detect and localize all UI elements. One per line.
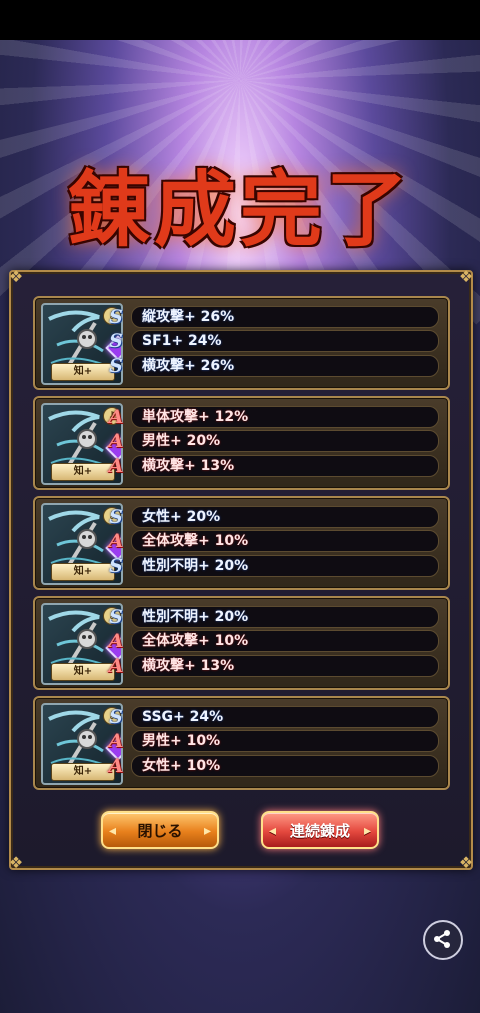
bonus-row: S SF1+ 24%	[109, 330, 439, 352]
close-button[interactable]: ◂ 閉じる ▸	[101, 811, 219, 849]
ornament-right-icon: ▸	[203, 823, 211, 839]
status-bar	[0, 0, 480, 40]
bonus-text: 性別不明+ 20%	[142, 558, 249, 574]
ornament-right-icon: ▸	[363, 823, 371, 839]
rank-s-icon: S	[109, 606, 123, 628]
bonus-row: S 性別不明+ 20%	[109, 606, 439, 628]
rank-a-icon: A	[108, 430, 124, 452]
rank-a-icon: A	[108, 755, 124, 777]
corner-ornament: ❖	[458, 853, 474, 872]
bonus-row: S 女性+ 20%	[109, 506, 439, 528]
bonus-row: A 横攻撃+ 13%	[109, 455, 439, 477]
bonus-row: A 全体攻撃+ 10%	[109, 630, 439, 652]
bonus-text: 横攻撃+ 13%	[142, 658, 235, 674]
bonus-text: 男性+ 10%	[142, 733, 221, 749]
refine-result-card: ⚷ 知+ S 女性+ 20% A 全体攻撃+ 10% S 性別不明+ 20%	[33, 496, 450, 590]
bonus-row: A 女性+ 10%	[109, 755, 439, 777]
rank-a-icon: A	[108, 655, 124, 677]
page-title: 錬成完了	[67, 162, 412, 258]
bonus-row: S SSG+ 24%	[109, 706, 439, 728]
rank-a-icon: A	[108, 455, 124, 477]
bonus-row: S 縦攻撃+ 26%	[109, 306, 439, 328]
refine-result-card: ⚷ 知+ S SSG+ 24% A 男性+ 10% A 女性+ 10%	[33, 696, 450, 790]
ornament-left-icon: ◂	[269, 823, 277, 839]
rank-a-icon: A	[108, 530, 124, 552]
bonus-text: SSG+ 24%	[142, 709, 224, 725]
share-button[interactable]	[423, 920, 463, 960]
share-icon	[434, 930, 450, 948]
bonus-text: 横攻撃+ 13%	[142, 458, 235, 474]
rank-a-icon: A	[108, 406, 124, 428]
bonus-text: 全体攻撃+ 10%	[142, 533, 249, 549]
bonus-row: A 全体攻撃+ 10%	[109, 530, 439, 552]
continuous-refine-button-label: 連続錬成	[289, 822, 350, 840]
rank-a-icon: A	[108, 630, 124, 652]
ornament-left-icon: ◂	[109, 823, 117, 839]
rank-a-icon: A	[108, 730, 124, 752]
refine-result-card: ⚷ 知+ S 縦攻撃+ 26% S SF1+ 24% S 横攻撃+ 26%	[33, 296, 450, 390]
close-button-label: 閉じる	[137, 822, 183, 840]
bonus-text: 男性+ 20%	[142, 433, 221, 449]
bonus-row: A 男性+ 20%	[109, 430, 439, 452]
bonus-text: 性別不明+ 20%	[142, 609, 249, 625]
refine-result-card: ⚷ 知+ A 単体攻撃+ 12% A 男性+ 20% A 横攻撃+ 13%	[33, 396, 450, 490]
rank-s-icon: S	[109, 506, 123, 528]
bonus-row: A 横攻撃+ 13%	[109, 655, 439, 677]
bonus-row: A 単体攻撃+ 12%	[109, 406, 439, 428]
bonus-row: S 横攻撃+ 26%	[109, 355, 439, 377]
corner-ornament: ❖	[8, 267, 24, 286]
rank-s-icon: S	[109, 306, 123, 328]
rank-s-icon: S	[109, 555, 123, 577]
bonus-row: A 男性+ 10%	[109, 730, 439, 752]
bonus-text: 全体攻撃+ 10%	[142, 633, 249, 649]
rank-s-icon: S	[109, 330, 123, 352]
bonus-row: S 性別不明+ 20%	[109, 555, 439, 577]
bonus-text: 単体攻撃+ 12%	[142, 409, 249, 425]
continuous-refine-button[interactable]: ◂ 連続錬成 ▸	[261, 811, 379, 849]
rank-s-icon: S	[109, 355, 123, 377]
bonus-text: 女性+ 10%	[142, 758, 221, 774]
refine-result-card: ⚷ 知+ S 性別不明+ 20% A 全体攻撃+ 10% A 横攻撃+ 13%	[33, 596, 450, 690]
bonus-text: 女性+ 20%	[142, 509, 221, 525]
bonus-text: SF1+ 24%	[142, 333, 222, 349]
rank-s-icon: S	[109, 706, 123, 728]
corner-ornament: ❖	[458, 267, 474, 286]
corner-ornament: ❖	[8, 853, 24, 872]
bonus-text: 横攻撃+ 26%	[142, 358, 235, 374]
bonus-text: 縦攻撃+ 26%	[142, 309, 235, 325]
